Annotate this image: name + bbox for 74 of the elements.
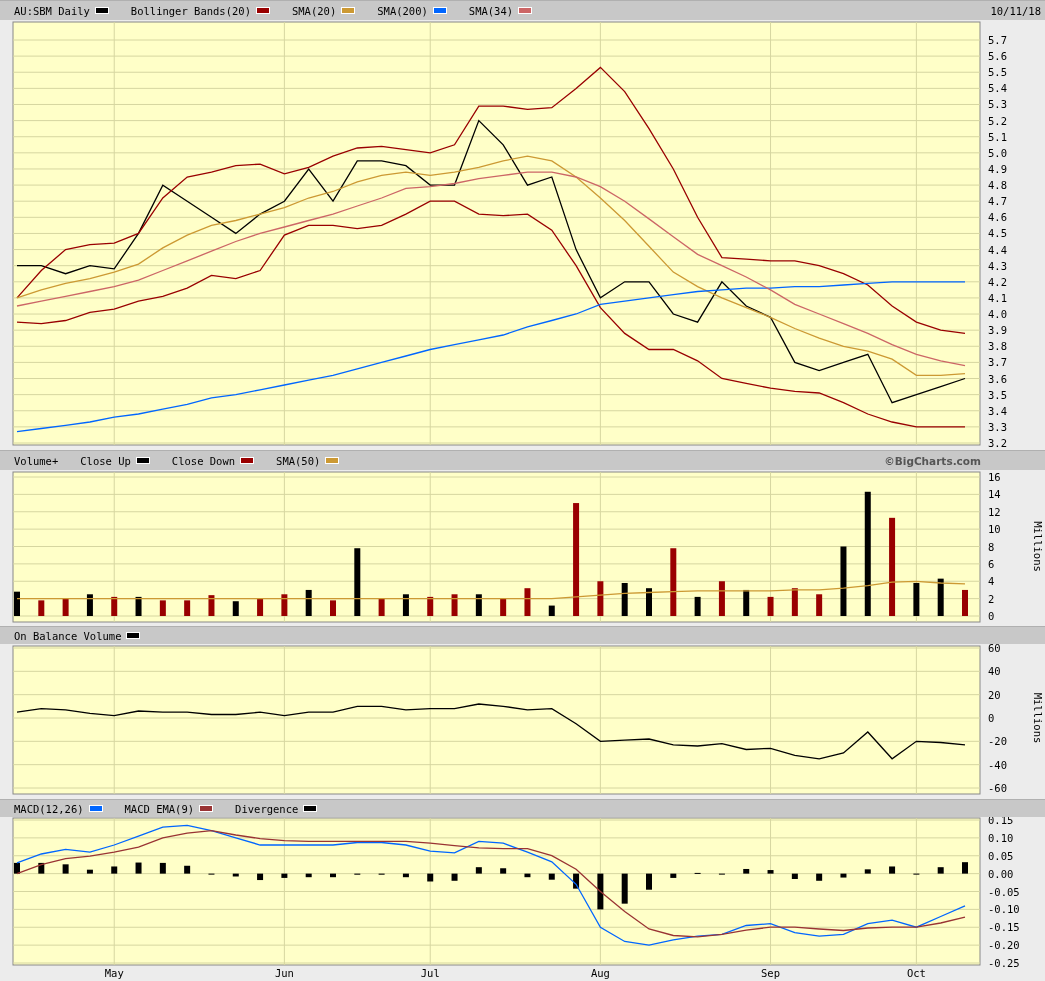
axis-label: 0 [988, 610, 995, 622]
axis-label: 5.1 [988, 130, 1007, 143]
axis-label: 3.8 [988, 340, 1007, 353]
axis-title: Millions [1032, 521, 1044, 572]
legend-label: AU:SBM Daily [14, 4, 90, 17]
axis-label: 3.2 [988, 437, 1007, 449]
axis-label: 4.7 [988, 195, 1007, 208]
axis-label: -0.15 [988, 921, 1020, 934]
axis-label: -0.10 [988, 903, 1020, 916]
chart-title: Volume+ [14, 454, 59, 467]
axis-label: -0.05 [988, 885, 1020, 898]
axis-label: -40 [988, 758, 1007, 771]
axis-label: 4 [988, 575, 995, 588]
axis-label: -20 [988, 735, 1007, 748]
axis-label: 5.6 [988, 50, 1007, 63]
axis-label: 0.15 [988, 817, 1014, 826]
axis-label: 4.0 [988, 308, 1007, 321]
axis-label: 5.0 [988, 146, 1007, 159]
axis-label: 14 [988, 488, 1001, 501]
axis-label: 8 [988, 540, 995, 553]
month-label: Aug [590, 967, 610, 979]
axis-label: 2 [988, 592, 995, 605]
axis-label: -0.25 [988, 957, 1020, 969]
axis-label: 6 [988, 557, 995, 570]
legend-label: MACD(12,26) [14, 802, 84, 815]
legend-label: SMA(20) [291, 4, 337, 17]
legend-label: SMA(50) [276, 454, 321, 467]
axis-label: 0.00 [988, 867, 1014, 880]
axis-label: 16 [988, 471, 1001, 483]
axis-label: 5.5 [988, 66, 1007, 79]
axis-label: 4.4 [988, 243, 1007, 256]
month-label: May [104, 967, 124, 979]
legend-label: Close Up [80, 454, 131, 467]
axis-label: -0.20 [988, 939, 1020, 952]
axis-label: 4.8 [988, 179, 1007, 192]
legend-label: Close Down [171, 454, 236, 467]
legend-label: SMA(200) [377, 4, 428, 17]
legend-label: Divergence [235, 802, 299, 815]
axis-label: 5.7 [988, 34, 1007, 46]
axis-label: 3.4 [988, 404, 1007, 417]
axis-label: 20 [988, 688, 1001, 701]
axis-label: 0.05 [988, 849, 1014, 862]
axis-label: 5.4 [988, 82, 1007, 95]
axis-label: 0 [988, 712, 995, 724]
axis-label: 3.5 [988, 388, 1007, 401]
axis-label: 4.9 [988, 162, 1007, 175]
axis-title: Millions [1032, 692, 1044, 744]
month-label: Oct [906, 967, 926, 979]
month-label: Sep [761, 967, 780, 979]
axis-label: 4.6 [988, 211, 1007, 224]
axis-label: 4.2 [988, 275, 1007, 288]
axis-label: 5.2 [988, 114, 1007, 127]
axis-label: 60 [988, 644, 1001, 654]
legend-label: SMA(34) [468, 4, 514, 17]
month-label: Jul [420, 967, 440, 979]
axis-label: 0.10 [988, 831, 1014, 844]
axis-label: 4.5 [988, 227, 1007, 240]
legend-label: MACD EMA(9) [124, 802, 195, 815]
axis-label: 5.3 [988, 98, 1007, 111]
legend-label: On Balance Volume [14, 629, 122, 642]
axis-label: 40 [988, 665, 1001, 678]
legend-label: Bollinger Bands(20) [130, 4, 251, 17]
axis-label: 3.6 [988, 372, 1007, 385]
chart-date: 10/11/18 [990, 4, 1041, 17]
credit-text: ©BigCharts.com [884, 454, 981, 467]
axis-label: 10 [988, 523, 1001, 536]
axis-label: 3.3 [988, 420, 1007, 433]
axis-label: -60 [988, 782, 1007, 794]
axis-label: 4.1 [988, 291, 1007, 304]
month-label: Jun [274, 967, 294, 979]
axis-label: 3.9 [988, 324, 1007, 337]
axis-label: 12 [988, 505, 1001, 518]
axis-label: 3.7 [988, 356, 1007, 369]
axis-label: 4.3 [988, 259, 1007, 272]
